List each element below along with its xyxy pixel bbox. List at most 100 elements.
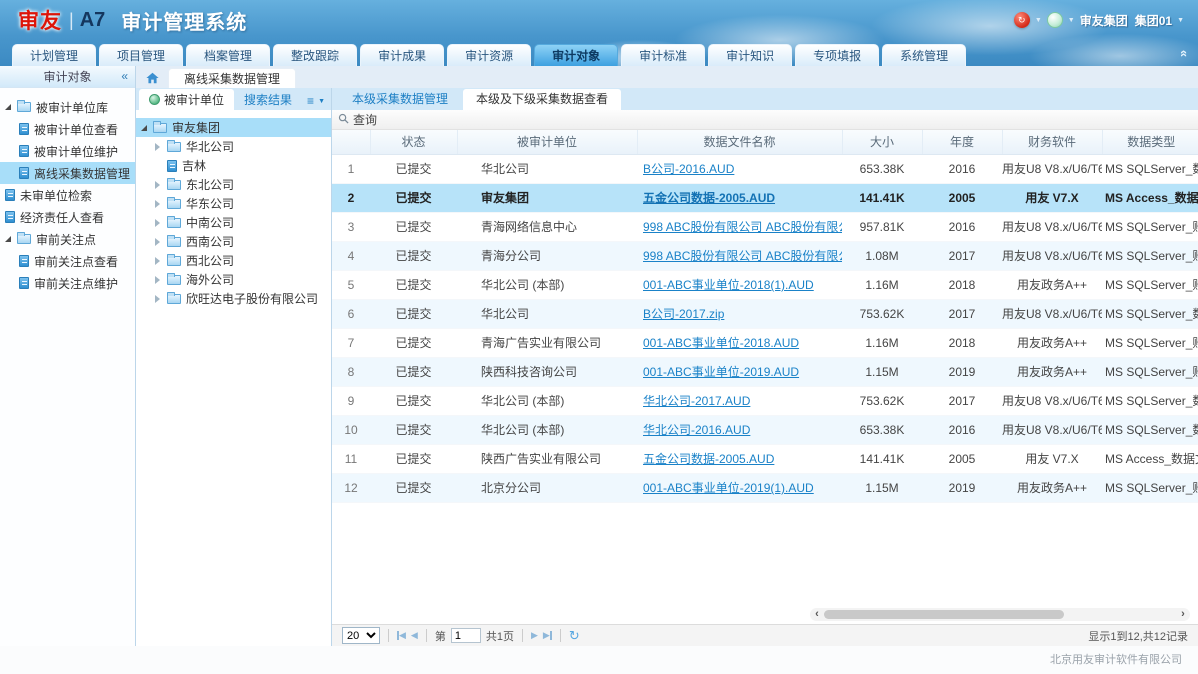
expand-arrow-icon[interactable] bbox=[155, 238, 167, 246]
data-file-link[interactable]: B公司-2016.AUD bbox=[643, 162, 734, 176]
table-row[interactable]: 1 已提交 华北公司 B公司-2016.AUD 653.38K 2016 用友U… bbox=[332, 154, 1198, 183]
tree-item[interactable]: 被审计单位查看 bbox=[0, 118, 135, 140]
data-file-link[interactable]: 华北公司-2017.AUD bbox=[643, 394, 750, 408]
tree-item[interactable]: 未审单位检索 bbox=[0, 184, 135, 206]
nav-tab[interactable]: 项目管理 bbox=[99, 44, 183, 66]
first-page-icon[interactable]: ◀ bbox=[397, 630, 406, 641]
expand-arrow-icon[interactable] bbox=[155, 143, 167, 151]
org-panel-tab[interactable]: 被审计单位 bbox=[139, 89, 234, 110]
caret-down-icon[interactable]: ▼ bbox=[1177, 17, 1184, 24]
tree-item[interactable]: 被审计单位维护 bbox=[0, 140, 135, 162]
notification-icon[interactable]: ↻ bbox=[1014, 12, 1030, 28]
data-file-link[interactable]: 五金公司数据-2005.AUD bbox=[643, 191, 775, 205]
org-panel-tab[interactable]: 搜索结果 bbox=[234, 89, 302, 110]
nav-tab[interactable]: 系统管理 bbox=[882, 44, 966, 66]
expand-arrow-icon[interactable] bbox=[5, 236, 17, 242]
tree-item[interactable]: 中南公司 bbox=[136, 213, 331, 232]
prev-page-icon[interactable]: ◀ bbox=[411, 630, 418, 641]
collapse-up-icon[interactable]: « bbox=[1177, 50, 1192, 57]
user-avatar-icon[interactable] bbox=[1047, 12, 1063, 28]
tree-item[interactable]: 吉林 bbox=[136, 156, 331, 175]
nav-tab[interactable]: 审计资源 bbox=[447, 44, 531, 66]
main-tab[interactable]: 本级采集数据管理 bbox=[339, 89, 461, 110]
table-row[interactable]: 8 已提交 陕西科技咨询公司 001-ABC事业单位-2019.AUD 1.15… bbox=[332, 357, 1198, 386]
nav-tab[interactable]: 审计成果 bbox=[360, 44, 444, 66]
table-row[interactable]: 2 已提交 审友集团 五金公司数据-2005.AUD 141.41K 2005 … bbox=[332, 183, 1198, 212]
query-button[interactable]: 查询 bbox=[353, 111, 377, 128]
tree-item[interactable]: 华北公司 bbox=[136, 137, 331, 156]
expand-arrow-icon[interactable] bbox=[155, 276, 167, 284]
tree-item[interactable]: 审前关注点 bbox=[0, 228, 135, 250]
data-file-link[interactable]: 998 ABC股份有限公司 ABC股份有限公司 bbox=[643, 220, 842, 234]
scrollbar-track[interactable] bbox=[824, 608, 1176, 621]
main-tab[interactable]: 本级及下级采集数据查看 bbox=[463, 89, 621, 110]
nav-tab[interactable]: 计划管理 bbox=[12, 44, 96, 66]
data-file-link[interactable]: 001-ABC事业单位-2019(1).AUD bbox=[643, 481, 814, 495]
scroll-right-icon[interactable]: › bbox=[1176, 608, 1190, 621]
table-row[interactable]: 10 已提交 华北公司 (本部) 华北公司-2016.AUD 653.38K 2… bbox=[332, 415, 1198, 444]
nav-tab[interactable]: 审计标准 bbox=[621, 44, 705, 66]
data-file-link[interactable]: 001-ABC事业单位-2019.AUD bbox=[643, 365, 799, 379]
tree-item[interactable]: 东北公司 bbox=[136, 175, 331, 194]
data-file-link[interactable]: 998 ABC股份有限公司 ABC股份有限公司 bbox=[643, 249, 842, 263]
caret-down-icon[interactable]: ▼ bbox=[1068, 17, 1075, 24]
menu-icon[interactable]: ≡ bbox=[307, 95, 314, 107]
expand-arrow-icon[interactable] bbox=[155, 257, 167, 265]
expand-arrow-icon[interactable] bbox=[155, 219, 167, 227]
data-file-link[interactable]: 五金公司数据-2005.AUD bbox=[643, 452, 774, 466]
data-file-link[interactable]: 华北公司-2016.AUD bbox=[643, 423, 750, 437]
expand-arrow-icon[interactable] bbox=[5, 104, 17, 110]
expand-arrow-icon[interactable] bbox=[141, 125, 153, 131]
next-page-icon[interactable]: ▶ bbox=[531, 630, 538, 641]
tree-item[interactable]: 西北公司 bbox=[136, 251, 331, 270]
table-row[interactable]: 3 已提交 青海网络信息中心 998 ABC股份有限公司 ABC股份有限公司 9… bbox=[332, 212, 1198, 241]
table-row[interactable]: 9 已提交 华北公司 (本部) 华北公司-2017.AUD 753.62K 20… bbox=[332, 386, 1198, 415]
tree-item[interactable]: 审前关注点维护 bbox=[0, 272, 135, 294]
tree-item[interactable]: 审前关注点查看 bbox=[0, 250, 135, 272]
scrollbar-thumb[interactable] bbox=[824, 610, 1064, 619]
tree-item[interactable]: 经济责任人查看 bbox=[0, 206, 135, 228]
column-header[interactable]: 被审计单位 bbox=[457, 130, 637, 154]
column-header[interactable]: 财务软件 bbox=[1002, 130, 1102, 154]
table-row[interactable]: 11 已提交 陕西广告实业有限公司 五金公司数据-2005.AUD 141.41… bbox=[332, 444, 1198, 473]
refresh-icon[interactable]: ↻ bbox=[569, 629, 580, 642]
data-file-link[interactable]: B公司-2017.zip bbox=[643, 307, 724, 321]
horizontal-scrollbar[interactable]: ‹ › bbox=[810, 608, 1190, 621]
tree-item[interactable]: 欣旺达电子股份有限公司 bbox=[136, 289, 331, 308]
table-row[interactable]: 7 已提交 青海广告实业有限公司 001-ABC事业单位-2018.AUD 1.… bbox=[332, 328, 1198, 357]
nav-tab[interactable]: 审计对象 bbox=[534, 44, 618, 66]
expand-arrow-icon[interactable] bbox=[155, 181, 167, 189]
column-header[interactable]: 数据文件名称 bbox=[637, 130, 842, 154]
column-header[interactable]: 大小 bbox=[842, 130, 922, 154]
column-header[interactable]: 数据类型 bbox=[1102, 130, 1198, 154]
data-file-link[interactable]: 001-ABC事业单位-2018(1).AUD bbox=[643, 278, 814, 292]
table-row[interactable]: 12 已提交 北京分公司 001-ABC事业单位-2019(1).AUD 1.1… bbox=[332, 473, 1198, 502]
caret-down-icon[interactable]: ▼ bbox=[318, 98, 325, 105]
expand-arrow-icon[interactable] bbox=[155, 200, 167, 208]
page-size-select[interactable]: 20 bbox=[342, 627, 380, 644]
table-row[interactable]: 6 已提交 华北公司 B公司-2017.zip 753.62K 2017 用友U… bbox=[332, 299, 1198, 328]
nav-tab[interactable]: 整改跟踪 bbox=[273, 44, 357, 66]
expand-arrow-icon[interactable] bbox=[155, 295, 167, 303]
tree-item[interactable]: 审友集团 bbox=[136, 118, 331, 137]
page-number-input[interactable] bbox=[451, 628, 481, 643]
tree-item[interactable]: 海外公司 bbox=[136, 270, 331, 289]
table-row[interactable]: 4 已提交 青海分公司 998 ABC股份有限公司 ABC股份有限公司 1.08… bbox=[332, 241, 1198, 270]
breadcrumb-tab[interactable]: 离线采集数据管理 bbox=[168, 68, 296, 88]
column-header[interactable] bbox=[332, 130, 370, 154]
nav-tab[interactable]: 审计知识 bbox=[708, 44, 792, 66]
nav-tab[interactable]: 专项填报 bbox=[795, 44, 879, 66]
sidebar-collapse-icon[interactable]: « bbox=[121, 69, 128, 83]
tree-item[interactable]: 西南公司 bbox=[136, 232, 331, 251]
tree-item[interactable]: 被审计单位库 bbox=[0, 96, 135, 118]
column-header[interactable]: 年度 bbox=[922, 130, 1002, 154]
scroll-left-icon[interactable]: ‹ bbox=[810, 608, 824, 621]
table-row[interactable]: 5 已提交 华北公司 (本部) 001-ABC事业单位-2018(1).AUD … bbox=[332, 270, 1198, 299]
nav-tab[interactable]: 档案管理 bbox=[186, 44, 270, 66]
caret-down-icon[interactable]: ▼ bbox=[1035, 17, 1042, 24]
tree-item[interactable]: 离线采集数据管理 bbox=[0, 162, 135, 184]
column-header[interactable]: 状态 bbox=[370, 130, 457, 154]
data-file-link[interactable]: 001-ABC事业单位-2018.AUD bbox=[643, 336, 799, 350]
last-page-icon[interactable]: ▶ bbox=[543, 630, 552, 641]
home-icon[interactable] bbox=[146, 72, 159, 84]
